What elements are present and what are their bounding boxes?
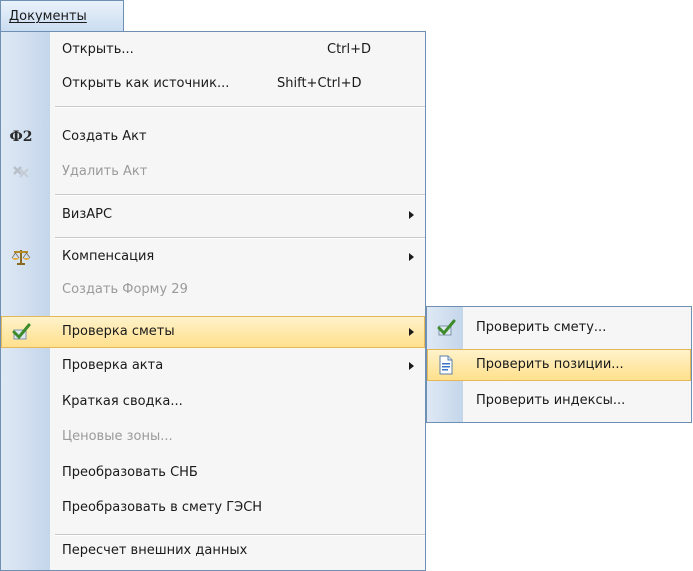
menu-item-label: Краткая сводка... bbox=[62, 394, 183, 409]
menu-item-open[interactable]: Открыть... Ctrl+D bbox=[1, 34, 425, 66]
menu-item-open-as-source[interactable]: Открыть как источник... Shift+Ctrl+D bbox=[1, 68, 425, 100]
menu-item-label: Открыть... bbox=[62, 42, 134, 57]
checkmark-icon bbox=[435, 318, 457, 338]
submenu-item-check-estimate[interactable]: Проверить смету... bbox=[427, 312, 691, 344]
menu-item-convert-to-gesn[interactable]: Преобразовать в смету ГЭСН bbox=[1, 492, 425, 524]
menu-item-create-form-29[interactable]: Создать Форму 29 bbox=[1, 274, 425, 306]
menu-item-label: Открыть как источник... bbox=[62, 76, 230, 91]
menu-separator bbox=[55, 237, 425, 239]
menu-item-label: Проверка сметы bbox=[62, 324, 175, 339]
menu-item-recalc-external-data[interactable]: Пересчет внешних данных bbox=[1, 535, 425, 567]
menu-item-label: Преобразовать в смету ГЭСН bbox=[62, 500, 263, 515]
menu-item-estimate-check[interactable]: Проверка сметы bbox=[1, 316, 425, 348]
menu-separator bbox=[55, 194, 425, 196]
menu-item-label: ВизАРС bbox=[62, 207, 113, 222]
scales-icon bbox=[10, 247, 32, 267]
menu-item-label: Пересчет внешних данных bbox=[62, 543, 248, 558]
submenu-arrow-icon bbox=[409, 211, 414, 219]
menu-item-label: Компенсация bbox=[62, 249, 155, 264]
menu-item-shortcut: Shift+Ctrl+D bbox=[277, 76, 362, 91]
documents-menu-label: Документы bbox=[9, 9, 87, 24]
menu-item-compensation[interactable]: Компенсация bbox=[1, 241, 425, 273]
submenu-item-check-positions[interactable]: Проверить позиции... bbox=[427, 349, 691, 381]
submenu-item-label: Проверить индексы... bbox=[476, 393, 626, 408]
menu-item-act-check[interactable]: Проверка акта bbox=[1, 350, 425, 382]
menu-item-delete-act[interactable]: Удалить Акт bbox=[1, 156, 425, 188]
submenu-arrow-icon bbox=[409, 253, 414, 261]
documents-dropdown: Открыть... Ctrl+D Открыть как источник..… bbox=[0, 31, 426, 571]
menu-item-create-act[interactable]: Ф2 Создать Акт bbox=[1, 121, 425, 153]
menu-item-label: Создать Акт bbox=[62, 129, 147, 144]
estimate-check-submenu: Проверить смету... Проверить позиции... … bbox=[426, 306, 692, 423]
menu-item-label: Преобразовать СНБ bbox=[62, 465, 198, 480]
menu-item-convert-snb[interactable]: Преобразовать СНБ bbox=[1, 457, 425, 489]
documents-menu-title[interactable]: Документы bbox=[0, 0, 124, 32]
menu-item-vizars[interactable]: ВизАРС bbox=[1, 199, 425, 231]
delete-act-icon bbox=[10, 162, 32, 182]
submenu-arrow-icon bbox=[409, 362, 414, 370]
checkmark-icon bbox=[10, 322, 32, 342]
submenu-item-check-indices[interactable]: Проверить индексы... bbox=[427, 385, 691, 417]
menu-item-price-zones[interactable]: Ценовые зоны... bbox=[1, 421, 425, 453]
submenu-item-label: Проверить позиции... bbox=[476, 357, 624, 372]
menu-item-brief-summary[interactable]: Краткая сводка... bbox=[1, 386, 425, 418]
document-icon bbox=[435, 355, 457, 375]
menu-item-label: Ценовые зоны... bbox=[62, 429, 173, 444]
submenu-arrow-icon bbox=[409, 328, 414, 336]
menu-item-label: Удалить Акт bbox=[62, 164, 148, 179]
menu-separator bbox=[55, 106, 425, 108]
f2-icon: Ф2 bbox=[9, 129, 33, 145]
submenu-item-label: Проверить смету... bbox=[476, 320, 607, 335]
menu-item-shortcut: Ctrl+D bbox=[327, 42, 372, 57]
menu-item-label: Создать Форму 29 bbox=[62, 282, 188, 297]
menu-item-label: Проверка акта bbox=[62, 358, 164, 373]
